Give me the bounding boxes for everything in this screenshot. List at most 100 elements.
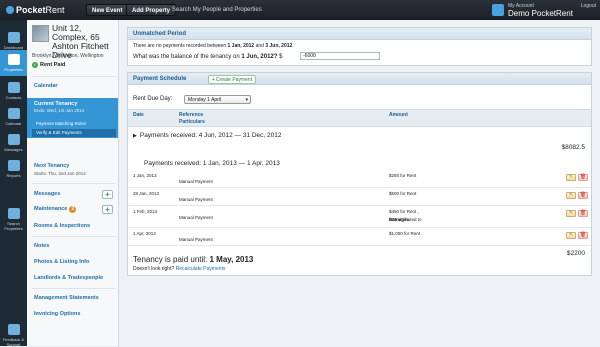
people-icon <box>7 82 20 93</box>
nav-label: Calendar <box>5 121 22 126</box>
row-amount: $450 for Rent , <box>389 209 419 214</box>
nav-reports[interactable]: Reports <box>0 156 27 182</box>
unmatched-notice: There are no payments recorded between 1… <box>133 43 294 49</box>
edit-pencil-icon[interactable]: ✎ <box>566 192 576 199</box>
row-particulars: Manual Payment <box>179 215 213 220</box>
divider <box>32 236 116 237</box>
paid-until-label: Tenancy is paid until: <box>133 255 208 264</box>
avatar <box>492 4 504 16</box>
property-sidebar: Unit 12, Complex, 65 Ashton Fitchett Dri… <box>27 20 119 346</box>
sidebar-item-management-statements[interactable]: Management Statements <box>34 295 99 301</box>
property-address: Brooklyn, Wellington, Wellington <box>32 53 104 59</box>
add-maintenance-button[interactable]: + <box>102 205 113 214</box>
nav-search-properties[interactable]: Search Properties <box>0 204 27 231</box>
col-reference: Reference <box>179 112 204 118</box>
row-particulars: Manual Payment <box>179 179 213 184</box>
add-message-button[interactable]: + <box>102 190 113 199</box>
row-date: 1 Apr, 2013 <box>133 231 156 236</box>
row-amount: $500 for Rent <box>389 191 417 196</box>
rent-due-value: Monday 1 April <box>188 97 222 103</box>
sidebar-item-next-tenancy[interactable]: Next Tenancy <box>34 163 69 169</box>
notice-text: and <box>255 43 264 49</box>
paid-until-date: 1 May, 2013 <box>209 255 254 264</box>
divider <box>32 76 116 77</box>
sidebar-item-maintenance[interactable]: Maintenance 2 <box>34 206 77 213</box>
edit-pencil-icon[interactable]: ✎ <box>566 174 576 181</box>
nav-messages[interactable]: Messages <box>0 130 27 156</box>
sidebar-item-photos-listing[interactable]: Photos & Listing Info <box>34 259 89 265</box>
table-row: 1 Jan, 2013 Manual Payment $250 for Rent… <box>128 170 591 188</box>
sidebar-item-landlords-tradespeople[interactable]: Landlords & Tradespeople <box>34 275 103 281</box>
table-row: 1 Feb, 2013 Manual Payment $450 for Rent… <box>128 206 591 228</box>
edit-pencil-icon[interactable]: ✎ <box>566 210 576 217</box>
nav-contacts[interactable]: Contacts <box>0 78 27 104</box>
sidebar-item-payment-matching-rules[interactable]: Payment Matching Rules <box>32 120 116 128</box>
brand-suffix: Rent <box>45 5 65 15</box>
hint-text: Doesn't look right? <box>133 266 175 272</box>
panel-title: Unmatched Period <box>128 28 591 40</box>
sidebar-item-verify-edit-payments[interactable]: Verify & Edit Payments <box>32 129 116 137</box>
group2-total: $2200 <box>566 250 585 257</box>
left-nav: Dashboard Properties Contacts Calendar M… <box>0 20 27 347</box>
question-date: 1 Jun, 2012? <box>241 54 278 60</box>
create-payment-label: Create Payment <box>215 77 253 83</box>
rent-status: ✓ Rent Paid <box>32 62 65 68</box>
speech-bubble-icon <box>7 134 20 145</box>
nav-label: Contacts <box>5 95 22 100</box>
sidebar-item-messages[interactable]: Messages <box>34 191 60 197</box>
pocketrent-logo-icon <box>6 6 14 14</box>
maintenance-count-badge: 2 <box>69 206 77 213</box>
create-payment-button[interactable]: +Create Payment <box>208 75 257 84</box>
delete-trash-icon[interactable]: 🗑 <box>578 174 588 181</box>
chevron-down-icon: ▾ <box>245 97 248 103</box>
nav-label: Reports <box>6 173 21 178</box>
nav-feedback[interactable]: Feedback & Support <box>0 320 27 347</box>
recalculate-link[interactable]: Recalculate Payments <box>176 266 226 272</box>
current-tenancy-ends: Ends: Wed, 1st Jan 2014 <box>34 108 85 113</box>
dashboard-icon <box>7 32 20 43</box>
brand-logo[interactable]: PocketRent <box>6 5 65 15</box>
row-particulars: Manual Payment <box>179 237 213 242</box>
paid-until: Tenancy is paid until: 1 May, 2013 <box>133 255 253 264</box>
rent-due-label: Rent Due Day: <box>133 96 173 102</box>
nav-properties[interactable]: Properties <box>0 50 27 76</box>
logout-link[interactable]: Logout <box>581 3 596 9</box>
group1-toggle[interactable]: ▶ Payments received: 4 Jun, 2012 — 31 Dec… <box>133 132 282 139</box>
table-row: 28 Jan, 2013 Manual Payment $500 for Ren… <box>128 188 591 206</box>
notice-text: There are no payments recorded between <box>133 43 227 49</box>
brand-name: Pocket <box>16 5 46 15</box>
row-amount-extra: $50 attributed to Damages <box>389 217 422 222</box>
rent-due-day-select[interactable]: Monday 1 April ▾ <box>184 95 251 104</box>
building-icon <box>7 54 20 65</box>
account-name: Demo PocketRent <box>508 9 573 18</box>
new-event-button[interactable]: New Event <box>86 4 129 16</box>
nav-label: Search Properties <box>4 221 23 231</box>
delete-trash-icon[interactable]: 🗑 <box>578 210 588 217</box>
row-amount: $1,000 for Rent <box>389 231 421 236</box>
sidebar-item-invoicing-options[interactable]: Invoicing Options <box>34 311 80 317</box>
search-input[interactable]: Search My People and Properties <box>172 4 322 16</box>
sidebar-item-calendar[interactable]: Calendar <box>34 83 58 89</box>
current-tenancy-label: Current Tenancy <box>34 101 78 107</box>
plus-icon: + <box>212 77 215 83</box>
delete-trash-icon[interactable]: 🗑 <box>578 232 588 239</box>
edit-pencil-icon[interactable]: ✎ <box>566 232 576 239</box>
row-date: 28 Jan, 2013 <box>133 191 160 196</box>
sidebar-item-rooms-inspections[interactable]: Rooms & Inspections <box>34 223 90 229</box>
notice-to-date: 3 Jun, 2012 <box>265 43 293 49</box>
calendar-icon <box>7 108 20 119</box>
chart-icon <box>7 160 20 171</box>
sidebar-item-notes[interactable]: Notes <box>34 243 49 249</box>
group1-total: $8082.5 <box>561 144 586 151</box>
amount-extra-text: $50 attributed to <box>389 217 422 222</box>
balance-input[interactable]: -6000 <box>300 52 380 60</box>
delete-trash-icon[interactable]: 🗑 <box>578 192 588 199</box>
row-amount: $250 for Rent <box>389 173 417 178</box>
property-thumbnail[interactable] <box>32 25 49 42</box>
table-row: 1 Apr, 2013 Manual Payment $1,000 for Re… <box>128 228 591 246</box>
flag-icon <box>7 324 20 335</box>
add-property-button[interactable]: Add Property <box>126 4 177 16</box>
recalculate-hint: Doesn't look right? Recalculate Payments <box>133 266 225 272</box>
panel-title: Payment Schedule <box>133 76 187 82</box>
nav-calendar[interactable]: Calendar <box>0 104 27 130</box>
